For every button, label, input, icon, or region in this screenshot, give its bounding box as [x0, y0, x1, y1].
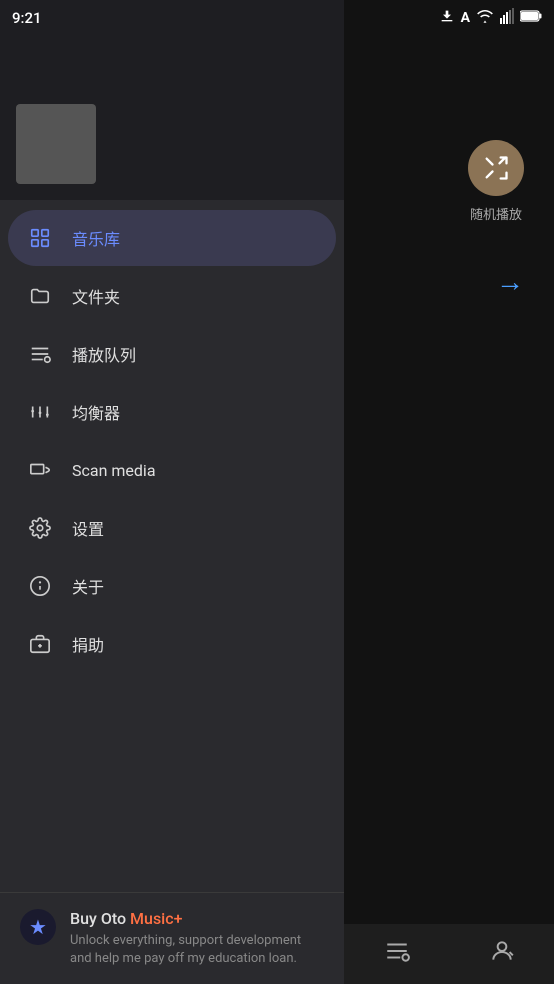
queue-icon: [28, 342, 52, 366]
a-status-icon: A: [461, 10, 470, 26]
arrow-right[interactable]: →: [496, 265, 524, 298]
nav-item-about[interactable]: 关于: [8, 558, 336, 614]
donate-label: 捐助: [72, 632, 104, 656]
equalizer-icon: [28, 400, 52, 424]
status-bar: 9:21 A: [0, 0, 554, 36]
settings-icon: [28, 516, 52, 540]
nav-item-library[interactable]: 音乐库: [8, 210, 336, 266]
navigation-drawer: 音乐库 文件夹 播放队列: [0, 0, 344, 984]
scan-icon: [28, 458, 52, 482]
scan-label: Scan media: [72, 461, 156, 480]
settings-label: 设置: [72, 516, 104, 540]
promo-title-prefix: Buy Oto: [70, 909, 130, 928]
donate-icon: [28, 632, 52, 656]
promo-title: Buy Oto Music+: [70, 909, 324, 928]
library-icon: [28, 226, 52, 250]
wifi-icon: [476, 8, 494, 28]
shuffle-label: 随机播放: [470, 204, 522, 223]
promo-description: Unlock everything, support development a…: [70, 932, 324, 968]
promo-title-highlight: Music+: [130, 909, 182, 928]
promo-section[interactable]: ★ Buy Oto Music+ Unlock everything, supp…: [0, 892, 344, 984]
nav-item-scan[interactable]: Scan media: [8, 442, 336, 498]
folder-icon: [28, 284, 52, 308]
promo-star-icon: ★: [20, 909, 56, 945]
queue-nav-icon[interactable]: [384, 938, 410, 970]
nav-item-settings[interactable]: 设置: [8, 500, 336, 556]
nav-item-folders[interactable]: 文件夹: [8, 268, 336, 324]
battery-icon: [520, 10, 542, 26]
info-icon: [28, 574, 52, 598]
bottom-nav-bar: [344, 924, 554, 984]
promo-text: Buy Oto Music+ Unlock everything, suppor…: [70, 909, 324, 968]
nav-item-equalizer[interactable]: 均衡器: [8, 384, 336, 440]
equalizer-label: 均衡器: [72, 400, 120, 424]
nav-item-donate[interactable]: 捐助: [8, 616, 336, 672]
shuffle-button[interactable]: [468, 140, 524, 196]
download-status-icon: [439, 8, 455, 28]
nav-list: 音乐库 文件夹 播放队列: [0, 200, 344, 892]
status-time: 9:21: [12, 9, 42, 27]
queue-label: 播放队列: [72, 342, 136, 366]
library-label: 音乐库: [72, 226, 120, 250]
main-panel: 随机播放 →: [344, 0, 554, 984]
status-icons: A: [439, 8, 542, 28]
signal-icon: [500, 8, 514, 28]
nav-item-queue[interactable]: 播放队列: [8, 326, 336, 382]
folders-label: 文件夹: [72, 284, 120, 308]
album-art: [16, 104, 96, 184]
about-label: 关于: [72, 574, 104, 598]
shuffle-area: 随机播放: [468, 140, 524, 223]
profile-nav-icon[interactable]: [489, 938, 515, 970]
